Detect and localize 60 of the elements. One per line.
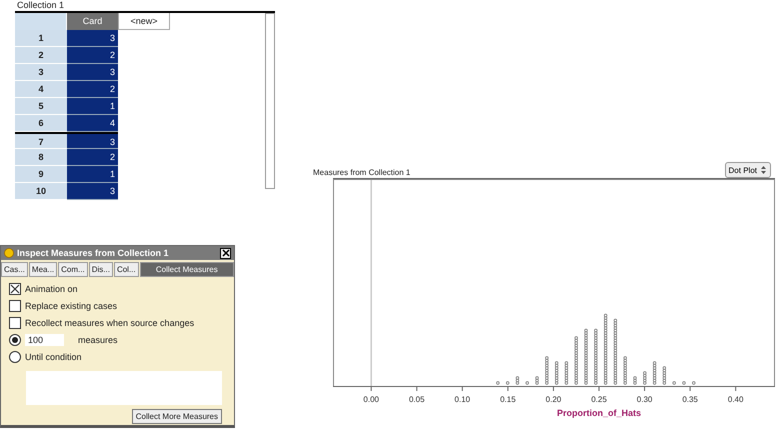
table-cell: 1 [67,166,118,183]
option-label: Animation on [25,284,78,294]
option-label: Until condition [25,352,82,362]
row-number[interactable]: 10 [15,183,67,200]
collect-button[interactable]: Collect More Measures [132,409,222,424]
tick-label: 0.10 [454,395,470,404]
table-cell: 1 [67,98,118,115]
row-number[interactable]: 9 [15,166,67,183]
radio-button[interactable] [9,351,21,363]
checkbox[interactable] [9,300,21,312]
unit-label: measures [78,335,118,345]
table-cell: 2 [67,149,118,166]
tab[interactable]: Col... [114,262,139,277]
table-cell: 3 [67,30,118,47]
tick-label: 0.00 [363,395,379,404]
tick-label: 0.20 [546,395,562,404]
tick-label: 0.15 [500,395,516,404]
scroll-bar[interactable] [265,13,275,189]
condition-field[interactable] [26,371,222,405]
row-number[interactable]: 4 [15,81,67,98]
tab[interactable]: Collect Measures [140,262,234,277]
tick-label: 0.25 [591,395,607,404]
row-number[interactable]: 7 [15,132,67,149]
row-number[interactable]: 1 [15,30,67,47]
option-label: Replace existing cases [25,301,118,311]
row-number[interactable]: 2 [15,47,67,64]
tick-label: 0.05 [409,395,425,404]
table-cell: 2 [67,47,118,64]
stepper-arrows-icon [760,165,767,175]
row-number[interactable]: 5 [15,98,67,115]
checkbox[interactable] [9,317,21,329]
tick-label: 0.35 [682,395,698,404]
column-header[interactable]: Card [67,13,118,30]
tab[interactable]: Dis... [88,262,113,277]
checkbox[interactable] [9,283,21,295]
window-title: Inspect Measures from Collection 1 [17,248,170,258]
tab[interactable]: Cas... [1,262,28,277]
tick-label: 0.30 [636,395,652,404]
axis-title: Proportion_of_Hats [557,408,641,418]
ball-icon [4,248,14,258]
table-cell: 3 [67,64,118,81]
row-number[interactable]: 3 [15,64,67,81]
tick-label: 0.40 [728,395,744,404]
row-number[interactable]: 6 [15,115,67,132]
collection-title: Collection 1 [17,0,66,11]
plot-type-dropdown[interactable]: Dot Plot [724,162,771,178]
table-cell: 3 [67,183,118,200]
graph-title: Measures from Collection 1 [313,168,410,178]
tab[interactable]: Mea... [28,262,58,277]
close-button[interactable] [220,248,231,258]
row-number[interactable]: 8 [15,149,67,166]
table-cell: 3 [67,132,118,149]
column-header[interactable]: <new> [118,13,170,30]
corner-cell [15,13,67,30]
radio-button[interactable] [9,334,21,346]
table-cell: 4 [67,115,118,132]
count-field[interactable]: 100 [25,334,64,346]
tab[interactable]: Com... [58,262,88,277]
table-cell: 2 [67,81,118,98]
option-label: Recollect measures when source changes [25,318,194,328]
